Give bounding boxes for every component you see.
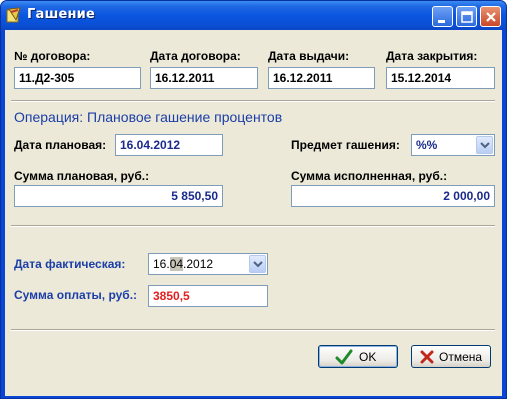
- separator-top: [11, 100, 495, 102]
- maximize-button[interactable]: [456, 6, 477, 27]
- actual-date-day: 16.: [153, 257, 170, 271]
- subject-combobox[interactable]: %%: [411, 134, 495, 156]
- chevron-down-icon: [253, 261, 263, 268]
- close-icon: [486, 12, 496, 22]
- contract-date-field[interactable]: 16.12.2011: [150, 67, 258, 89]
- planned-sum-label: Сумма плановая, руб.:: [14, 169, 150, 183]
- issue-date-field[interactable]: 16.12.2011: [268, 67, 375, 89]
- separator-bottom: [11, 329, 495, 331]
- contract-number-field[interactable]: 11.Д2-305: [14, 67, 141, 89]
- close-button[interactable]: [480, 6, 501, 27]
- minimize-button[interactable]: [432, 6, 453, 27]
- actual-date-month[interactable]: 04: [169, 257, 184, 271]
- executed-sum-field[interactable]: 2 000,00: [291, 185, 495, 207]
- close-date-field[interactable]: 15.12.2014: [386, 67, 495, 89]
- dialog-body: № договора: 11.Д2-305 Дата договора: 16.…: [5, 30, 502, 396]
- cancel-button-label: Отмена: [439, 350, 483, 364]
- operation-name: Плановое гашение процентов: [87, 109, 283, 125]
- actual-date-year: .2012: [183, 257, 214, 271]
- contract-date-label: Дата договора:: [150, 49, 241, 63]
- maximize-icon: [461, 11, 473, 23]
- cross-icon: [420, 350, 434, 364]
- planned-date-label: Дата плановая:: [14, 138, 107, 152]
- minimize-icon: [438, 20, 445, 23]
- actual-date-dropdown-button[interactable]: [249, 255, 266, 273]
- title-bar[interactable]: Гашение: [1, 1, 506, 30]
- operation-prefix: Операция:: [14, 109, 84, 125]
- window-title: Гашение: [27, 7, 95, 22]
- cancel-button[interactable]: Отмена: [411, 345, 491, 368]
- subject-label: Предмет гашения:: [291, 138, 400, 152]
- subject-value: %%: [416, 138, 438, 152]
- dialog-window: Гашение № договора: 11.Д2-305 Дата догов…: [0, 0, 507, 399]
- chevron-down-icon: [480, 142, 490, 149]
- ok-button-label: OK: [359, 350, 377, 364]
- actual-date-label: Дата фактическая:: [14, 257, 126, 271]
- issue-date-label: Дата выдачи:: [268, 49, 350, 63]
- app-icon: [6, 7, 21, 23]
- contract-number-label: № договора:: [14, 49, 91, 63]
- subject-dropdown-button[interactable]: [476, 136, 493, 154]
- planned-date-field[interactable]: 16.04.2012: [115, 134, 223, 156]
- operation-heading: Операция: Плановое гашение процентов: [14, 109, 282, 125]
- close-date-label: Дата закрытия:: [386, 49, 478, 63]
- ok-button[interactable]: OK: [318, 345, 398, 368]
- checkmark-icon: [335, 349, 353, 365]
- payment-sum-label: Сумма оплаты, руб.:: [14, 288, 138, 302]
- planned-sum-field[interactable]: 5 850,50: [14, 185, 223, 207]
- actual-date-picker[interactable]: 16.04.2012: [148, 253, 268, 275]
- executed-sum-label: Сумма исполненная, руб.:: [291, 169, 448, 183]
- payment-sum-field[interactable]: 3850,5: [148, 285, 268, 307]
- separator-middle: [11, 225, 495, 227]
